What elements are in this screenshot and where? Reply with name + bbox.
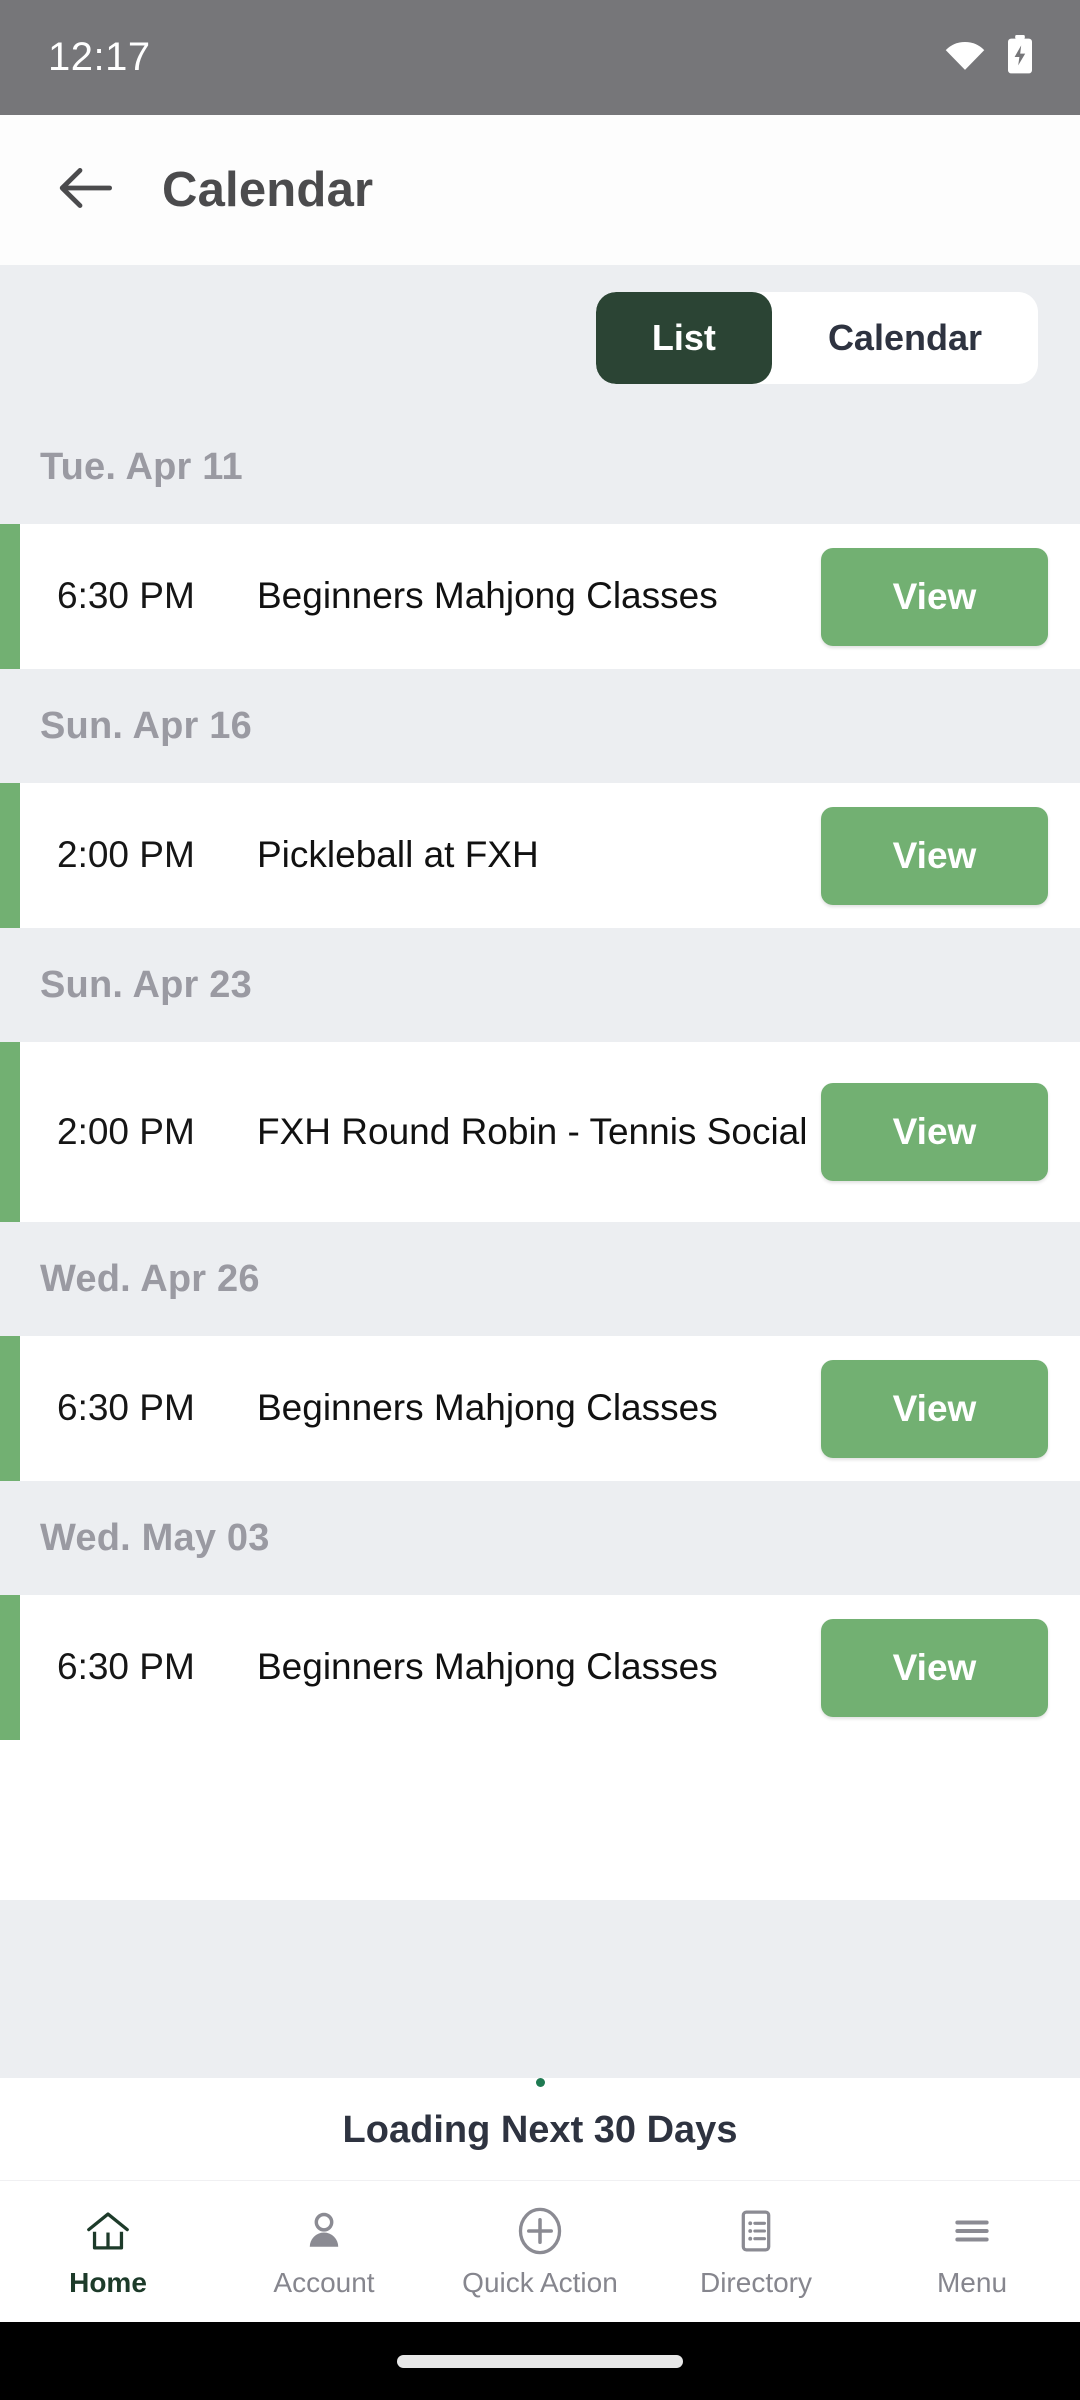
- date-header-label: Wed. Apr 26: [40, 1257, 260, 1300]
- status-bar: 12:17: [0, 0, 1080, 115]
- view-button[interactable]: View: [821, 1359, 1048, 1458]
- view-button[interactable]: View: [821, 547, 1048, 646]
- nav-item-menu[interactable]: Menu: [864, 2205, 1080, 2299]
- view-button[interactable]: View: [821, 806, 1048, 905]
- event-time: 2:00 PM: [57, 834, 195, 876]
- arrow-left-icon: [57, 166, 113, 215]
- plus-circle-icon: [513, 2205, 567, 2257]
- nav-label-home: Home: [69, 2266, 147, 2298]
- event-card[interactable]: 6:30 PM Beginners Mahjong Classes View: [0, 1595, 1080, 1740]
- nav-item-account[interactable]: Account: [216, 2205, 432, 2299]
- app-bar: Calendar: [0, 115, 1080, 265]
- nav-label-directory: Directory: [699, 2266, 812, 2298]
- spinner-icon: [535, 2078, 545, 2087]
- loading-label: Loading Next 30 Days: [342, 2109, 738, 2151]
- event-card[interactable]: 2:00 PM FXH Round Robin - Tennis Social …: [0, 1042, 1080, 1222]
- nav-label-menu: Menu: [936, 2266, 1008, 2298]
- event-time: 2:00 PM: [57, 1110, 195, 1152]
- event-card[interactable]: 6:30 PM Beginners Mahjong Classes View: [0, 1336, 1080, 1481]
- app-screen: 12:17 Calendar List Calendar Tue. Apr 11…: [0, 0, 1080, 2400]
- event-time: 6:30 PM: [57, 1387, 195, 1429]
- calendar-content: List Calendar Tue. Apr 11 6:30 PM Beginn…: [0, 265, 1080, 2180]
- event-accent-bar: [0, 1595, 20, 1740]
- person-icon: [299, 2205, 349, 2257]
- bottom-navigation: Home Account Quick Action Directory Menu: [0, 2180, 1080, 2322]
- nav-item-directory[interactable]: Directory: [648, 2205, 864, 2299]
- event-time: 6:30 PM: [57, 1646, 195, 1688]
- event-card[interactable]: 6:30 PM Beginners Mahjong Classes View: [0, 524, 1080, 669]
- status-bar-clock: 12:17: [48, 35, 151, 79]
- list-document-icon: [731, 2205, 781, 2257]
- nav-item-home[interactable]: Home: [0, 2205, 216, 2299]
- view-toggle: List Calendar: [595, 291, 1038, 384]
- event-title: FXH Round Robin - Tennis Social: [257, 1110, 808, 1152]
- event-accent-bar: [0, 1042, 20, 1222]
- loading-more-indicator: Loading Next 30 Days: [0, 2078, 1080, 2180]
- date-header-label: Sun. Apr 16: [40, 704, 252, 747]
- date-header: Sun. Apr 16: [0, 669, 1080, 783]
- battery-charging-icon: [1006, 35, 1034, 80]
- page-title: Calendar: [162, 163, 374, 217]
- date-header: Tue. Apr 11: [0, 410, 1080, 524]
- event-accent-bar: [0, 1336, 20, 1481]
- date-header-label: Wed. May 03: [40, 1516, 270, 1559]
- tab-calendar[interactable]: Calendar: [771, 291, 1038, 384]
- event-list: Tue. Apr 11 6:30 PM Beginners Mahjong Cl…: [0, 410, 1080, 1900]
- nav-label-account: Account: [273, 2266, 375, 2298]
- back-button[interactable]: [50, 155, 120, 225]
- gesture-navigation-bar: [0, 2322, 1080, 2400]
- event-time: 6:30 PM: [57, 575, 195, 617]
- view-toggle-row: List Calendar: [0, 265, 1080, 410]
- event-accent-bar: [0, 524, 20, 669]
- home-indicator[interactable]: [397, 2354, 683, 2368]
- nav-label-quick-action: Quick Action: [462, 2266, 618, 2298]
- status-bar-icons: [944, 35, 1034, 80]
- date-header-label: Sun. Apr 23: [40, 963, 252, 1006]
- date-header: Wed. May 03: [0, 1481, 1080, 1595]
- wifi-icon: [944, 39, 986, 76]
- event-title: Beginners Mahjong Classes: [257, 1387, 718, 1429]
- event-title: Beginners Mahjong Classes: [257, 575, 718, 617]
- event-card[interactable]: 2:00 PM Pickleball at FXH View: [0, 783, 1080, 928]
- list-filler: [0, 1740, 1080, 1900]
- tab-list[interactable]: List: [595, 291, 772, 384]
- view-button[interactable]: View: [821, 1618, 1048, 1717]
- date-header-label: Tue. Apr 11: [40, 445, 243, 488]
- event-title: Pickleball at FXH: [257, 834, 539, 876]
- hamburger-icon: [947, 2205, 997, 2257]
- view-button[interactable]: View: [821, 1083, 1048, 1181]
- nav-item-quick-action[interactable]: Quick Action: [432, 2205, 648, 2299]
- home-icon: [83, 2205, 133, 2257]
- date-header: Sun. Apr 23: [0, 928, 1080, 1042]
- event-accent-bar: [0, 783, 20, 928]
- event-title: Beginners Mahjong Classes: [257, 1646, 718, 1688]
- date-header: Wed. Apr 26: [0, 1222, 1080, 1336]
